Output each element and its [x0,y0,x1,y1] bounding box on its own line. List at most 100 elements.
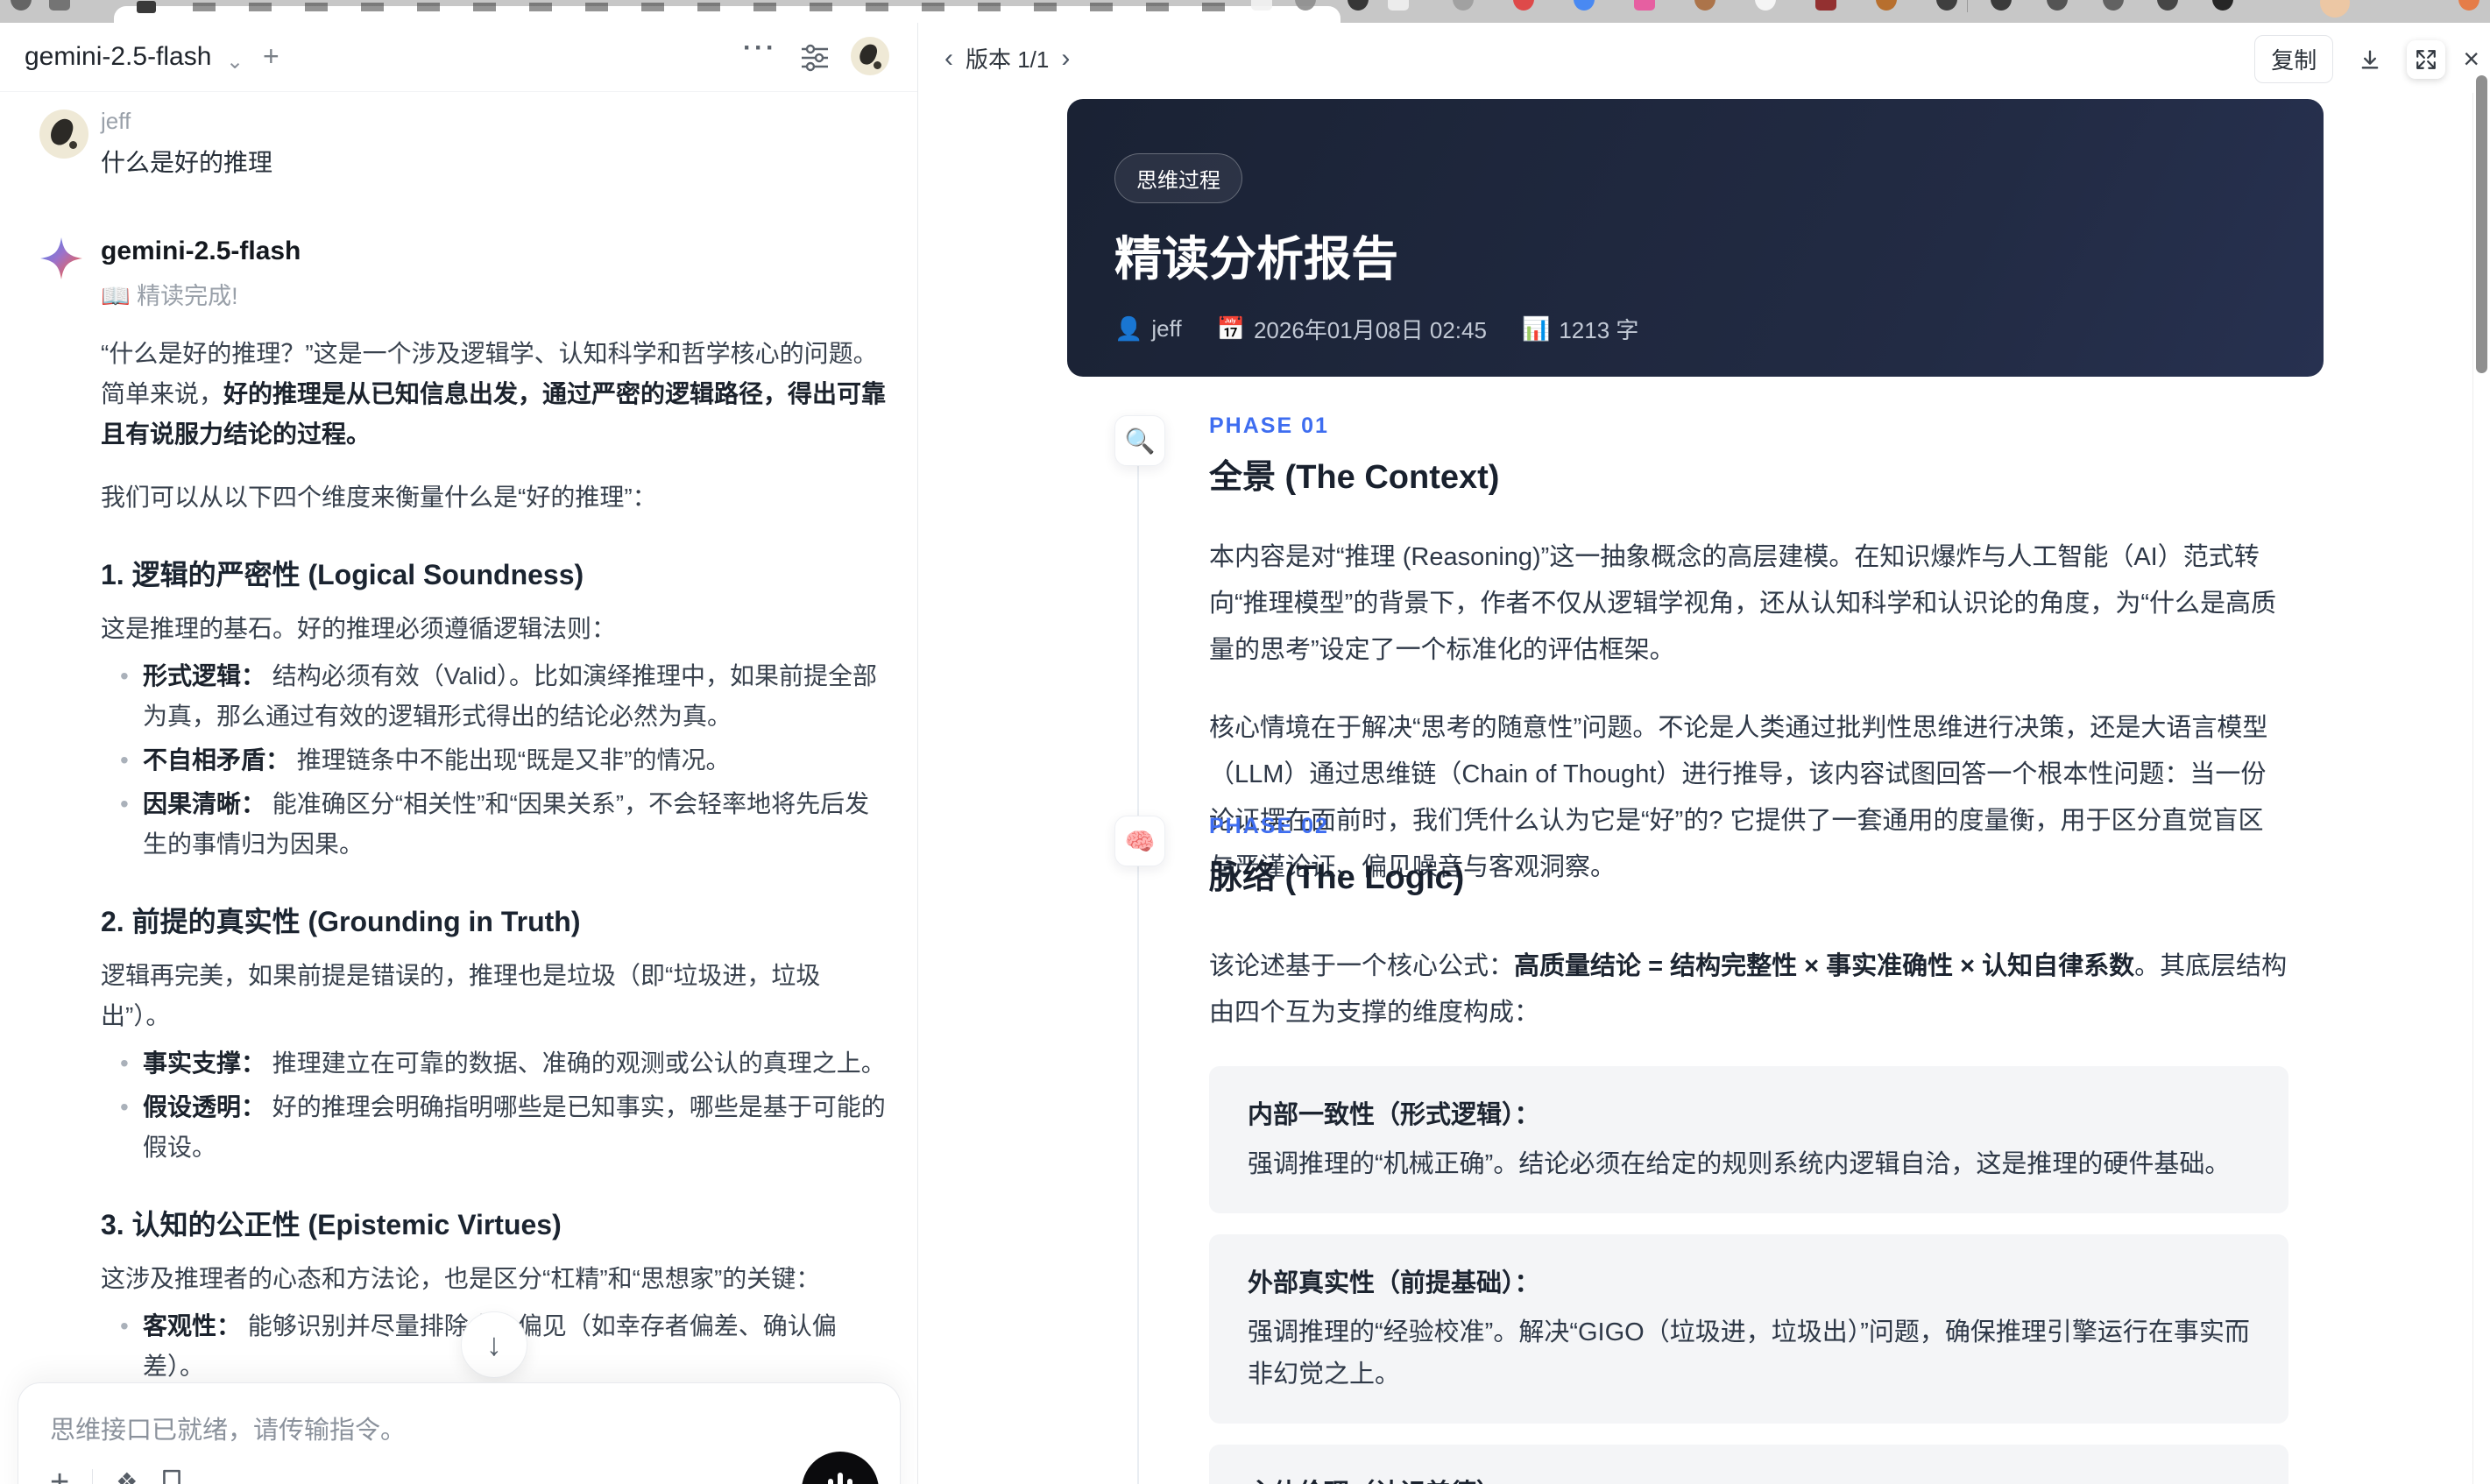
browser-chrome-strip [0,0,2490,23]
date-meta: 📅 2026年01月08日 02:45 [1217,313,1487,345]
scroll-to-bottom-button[interactable]: ↓ [461,1311,527,1378]
thinking-process-badge: 思维过程 [1114,153,1242,203]
section-intro-1: 这是推理的基石。好的推理必须遵循逻辑法则： [101,615,617,642]
more-options-icon[interactable]: ··· [743,33,777,63]
report-hero-card: 思维过程 精读分析报告 👤 jeff 📅 2026年01月08日 02:45 📊 12… [1067,99,2324,377]
scrollbar-thumb[interactable] [2476,75,2487,373]
card-body: 强调推理的“经验校准”。解决“GIGO（垃圾进，垃圾出）”问题，确保推理引擎运行… [1248,1318,2250,1389]
user-message-text: 什么是好的推理 [101,149,273,176]
skills-sparkle-icon[interactable]: ❖ [116,1467,138,1484]
bullet-item: 因果清晰： 能准确区分“相关性”和“因果关系”，不会轻率地将先后发生的事情归为因… [101,784,889,865]
browser-action-icon[interactable] [2047,0,2068,11]
bullet-label: 事实支撑： [143,1049,266,1077]
toolbar-divider [1967,0,1968,12]
composer-toolbar: + ❖ [50,1466,183,1484]
bookmark-icon[interactable] [160,1469,183,1484]
lead-formula: 高质量结论 = 结构完整性 × 事实准确性 × 认知自律系数 [1514,952,2135,980]
bullet-item: 假设透明： 好的推理会明确指明哪些是已知事实，哪些是基于可能的假设。 [101,1087,889,1168]
chevron-down-icon[interactable]: ⌄ [226,49,244,74]
section-intro-3: 这涉及推理者的心态和方法论，也是区分“杠精”和“思想家”的关键： [101,1265,821,1292]
download-icon[interactable] [2351,40,2389,79]
phase-2-kicker: PHASE 02 [1209,814,1329,838]
phase-timeline-line [1137,465,1139,1484]
dimension-card-3: 主体伦理（认识美德）： 转向推理者的心理特征。引入奥卡姆剃刀和反向论证，旨在克服… [1209,1445,2288,1484]
assistant-name: gemini-2.5-flash [101,237,301,265]
assistant-status: 📖 精读完成! [101,277,886,311]
section-heading-1: 1. 逻辑的严密性 (Logical Soundness) [101,559,584,590]
bar-chart-icon: 📊 [1521,315,1551,342]
extension-icon[interactable] [1348,0,1369,11]
user-avatar[interactable] [851,37,889,75]
voice-input-button[interactable] [802,1452,879,1484]
browser-action-icon[interactable] [2212,0,2233,11]
arrow-down-icon: ↓ [486,1326,502,1362]
extension-icon[interactable] [1694,0,1715,11]
section-intro-2: 逻辑再完美，如果前提是错误的，推理也是垃圾（即“垃圾进，垃圾出”）。 [101,962,821,1029]
assistant-message: gemini-2.5-flash 📖 精读完成! “什么是好的推理？”这是一个涉… [39,237,886,1484]
browser-action-icon[interactable] [1991,0,2012,11]
extension-icon[interactable] [1574,0,1595,11]
bullet-label: 假设透明： [143,1093,266,1120]
lead-paragraph: 我们可以从以下四个维度来衡量什么是“好的推理”： [101,484,657,511]
message-composer[interactable]: 思维接口已就绪，请传输指令。 + ❖ [18,1382,901,1484]
card-title: 内部一致性（形式逻辑）： [1248,1101,1540,1129]
scrollbar-track [2472,93,2473,1484]
browser-tab[interactable] [114,1,1340,23]
extension-icon[interactable] [2458,0,2479,11]
browser-icon-fragment [11,0,32,11]
wordcount-text: 1213 字 [1559,317,1639,343]
bullet-label: 形式逻辑： [143,662,266,689]
attach-plus-icon[interactable]: + [50,1466,69,1484]
fullscreen-icon[interactable] [2407,39,2446,79]
bullet-text: 推理建立在可靠的数据、准确的观测或公认的真理之上。 [272,1049,886,1077]
browser-profile-avatar[interactable] [2320,0,2350,18]
report-title: 精读分析报告 [1114,233,1398,286]
message-list: jeff 什么是好的推理 gemini-2.5-flash 📖 精读完成! “什… [0,92,917,1484]
extension-icon[interactable] [1513,0,1534,11]
author-name: jeff [1151,315,1182,342]
phase-2-lead: 该论述基于一个核心公式：高质量结论 = 结构完整性 × 事实准确性 × 认知自律… [1209,943,2288,1036]
author-meta: 👤 jeff [1114,313,1182,345]
bullet-label: 因果清晰： [143,790,266,817]
magnifier-icon: 🔍 [1114,415,1165,466]
bullet-list: 事实支撑： 推理建立在可靠的数据、准确的观测或公认的真理之上。 假设透明： 好的… [101,1043,889,1168]
card-body: 强调推理的“机械正确”。结论必须在给定的规则系统内逻辑自洽，这是推理的硬件基础。 [1248,1150,2231,1178]
bullet-label: 不自相矛盾： [143,746,291,774]
bullet-label: 客观性： [143,1312,242,1339]
close-icon[interactable]: × [2463,43,2479,75]
brain-icon: 🧠 [1114,816,1165,866]
browser-action-icon[interactable] [2157,0,2178,11]
composer-placeholder[interactable]: 思维接口已就绪，请传输指令。 [50,1410,406,1446]
chevron-left-icon[interactable]: ‹ [944,44,953,74]
tab-title-fragment [193,3,1253,11]
copy-button[interactable]: 复制 [2254,35,2334,83]
tab-favicon-fragment [137,1,156,13]
chevron-right-icon[interactable]: › [1061,44,1070,74]
phase2-emoji: 🧠 [1124,827,1156,855]
section-heading-2: 2. 前提的真实性 (Grounding in Truth) [101,906,581,937]
phase-1-kicker: PHASE 01 [1209,413,1329,438]
waveform-bar [838,1473,843,1484]
extension-icon[interactable] [1453,0,1474,11]
new-chat-button[interactable]: + [263,40,279,73]
bullet-item: 形式逻辑： 结构必须有效（Valid）。比如演绎推理中，如果前提全部为真，那么通… [101,656,889,737]
chat-header: gemini-2.5-flash ⌄ + ··· [0,23,917,92]
extension-icon[interactable] [1251,0,1272,11]
wordcount-meta: 📊 1213 字 [1522,313,1638,345]
extension-icon[interactable] [1815,0,1836,11]
version-navigator: ‹ 版本 1/1 › [944,42,1070,74]
dimension-card-1: 内部一致性（形式逻辑）： 强调推理的“机械正确”。结论必须在给定的规则系统内逻辑… [1209,1066,2288,1213]
extension-icon[interactable] [1936,0,1957,11]
phase-1-paragraph-1: 本内容是对“推理 (Reasoning)”这一抽象概念的高层建模。在知识爆炸与人… [1209,543,2276,664]
extension-icon[interactable] [1876,0,1897,11]
browser-action-icon[interactable] [2103,0,2124,11]
model-settings-icon[interactable] [800,44,830,72]
extension-icon[interactable] [1634,0,1655,11]
conversation-title[interactable]: gemini-2.5-flash [25,42,211,72]
phase-1-title: 全景 (The Context) [1209,459,1500,496]
card-title: 外部真实性（前提基础）： [1248,1269,1540,1297]
gemini-logo-icon [39,237,83,280]
artifact-actions: 复制 × [2254,35,2479,83]
extension-icon[interactable] [1755,0,1776,11]
extension-icon[interactable] [1388,0,1409,11]
